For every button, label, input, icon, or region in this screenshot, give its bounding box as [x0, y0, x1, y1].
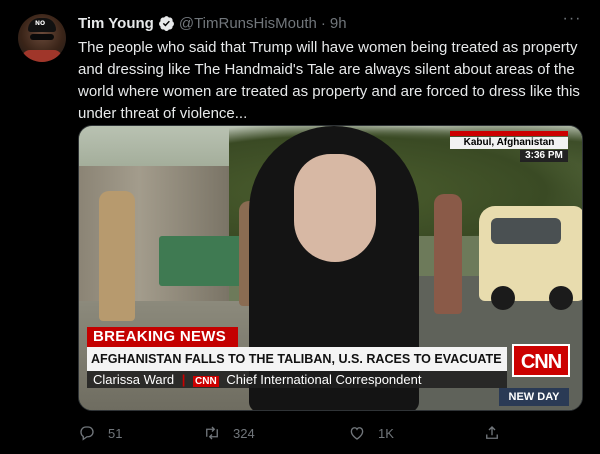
scene-person — [434, 194, 462, 314]
tweet-header: Tim Young @TimRunsHisMouth · 9h — [78, 12, 347, 34]
author-name[interactable]: Tim Young — [78, 15, 154, 32]
like-button[interactable]: 1K — [348, 424, 394, 442]
reporter-title: Chief International Correspondent — [226, 372, 422, 387]
reporter-chyron: Clarissa Ward | CNN Chief International … — [87, 371, 507, 388]
avatar-cap-text: NO — [35, 20, 46, 27]
cnn-logo: CNN — [512, 344, 570, 377]
location-time: 3:36 PM — [520, 150, 568, 162]
news-headline: AFGHANISTAN FALLS TO THE TALIBAN, U.S. R… — [87, 347, 507, 371]
share-button[interactable] — [483, 424, 513, 442]
tweet-actions: 51 324 1K — [78, 424, 583, 444]
tweet-text: The people who said that Trump will have… — [78, 39, 580, 122]
tweet-media-image[interactable]: Kabul, Afghanistan 3:36 PM BREAKING NEWS… — [78, 125, 583, 411]
heart-icon — [350, 427, 364, 440]
share-icon — [486, 426, 498, 439]
avatar-shirt — [22, 50, 62, 62]
retweet-count: 324 — [233, 425, 255, 441]
location-city: Kabul, Afghanistan — [450, 137, 568, 149]
more-icon[interactable]: ··· — [562, 11, 582, 32]
retweet-icon — [206, 426, 218, 440]
verified-badge-icon — [158, 15, 174, 31]
location-network — [450, 131, 568, 136]
tweet[interactable]: NO Tim Young @TimRunsHisMouth · 9h ··· T… — [0, 0, 600, 454]
author-handle[interactable]: @TimRunsHisMouth — [179, 15, 317, 32]
scene-person — [99, 191, 135, 321]
scene-taxi-wheel — [491, 286, 515, 310]
avatar-sunglasses — [30, 34, 54, 40]
breaking-news-label: BREAKING NEWS — [87, 327, 238, 347]
scene-taxi-wheel — [549, 286, 573, 310]
reporter-face — [294, 154, 376, 262]
separator-dot: · — [320, 14, 326, 32]
like-count: 1K — [378, 425, 394, 441]
reply-button[interactable]: 51 — [78, 424, 122, 442]
location-bug: Kabul, Afghanistan 3:36 PM — [450, 131, 568, 162]
avatar[interactable]: NO — [18, 14, 66, 62]
reporter-network: CNN — [193, 376, 219, 387]
reporter-name: Clarissa Ward — [93, 372, 175, 387]
retweet-button[interactable]: 324 — [203, 424, 255, 442]
reporter-separator: | — [181, 372, 186, 387]
reply-icon — [80, 426, 94, 441]
tweet-time[interactable]: 9h — [330, 15, 347, 32]
scene-taxi-window — [491, 218, 561, 244]
show-badge: NEW DAY — [499, 388, 569, 406]
reply-count: 51 — [108, 425, 123, 441]
